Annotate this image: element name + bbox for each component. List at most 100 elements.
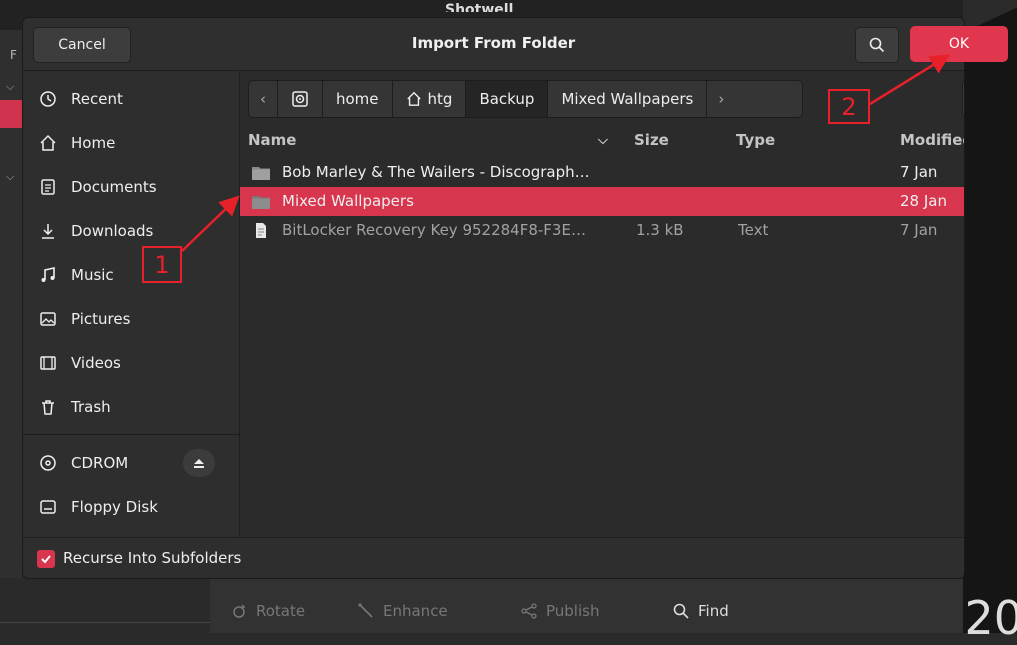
ok-button[interactable]: OK: [910, 26, 1008, 62]
file-name: Bob Marley & The Wailers - Discograph…: [282, 163, 590, 181]
disk-icon: [292, 91, 308, 107]
path-crumb-mixed-wallpapers[interactable]: Mixed Wallpapers: [548, 81, 708, 117]
publish-button[interactable]: Publish: [520, 602, 599, 620]
annotation-step-1: 1: [142, 246, 182, 283]
disc-icon: [40, 455, 56, 471]
folder-icon: [252, 196, 270, 209]
enhance-wand-icon: [358, 603, 373, 618]
search-button[interactable]: [855, 27, 899, 63]
recurse-label[interactable]: Recurse Into Subfolders: [63, 549, 241, 567]
picture-icon: [40, 312, 56, 326]
cancel-button[interactable]: Cancel: [33, 27, 131, 63]
path-crumb-backup[interactable]: Backup: [466, 81, 549, 117]
background-toolbar: Rotate Enhance Publish Find: [210, 578, 963, 633]
file-modified: 7 Jan: [900, 163, 938, 181]
find-label: Find: [698, 602, 729, 620]
path-scroll-right-button[interactable]: ›: [707, 81, 735, 117]
file-row-selected[interactable]: Mixed Wallpapers 28 Jan: [240, 187, 964, 216]
sidebar-item-trash[interactable]: Trash: [39, 389, 111, 425]
eject-button[interactable]: [183, 449, 215, 477]
sort-chevron-icon: ⌵: [598, 133, 608, 148]
sidebar-item-label: Floppy Disk: [71, 498, 158, 516]
path-crumb-label: htg: [427, 90, 453, 108]
search-icon: [673, 603, 689, 619]
background-sidebar: F ⌵ ⌵: [0, 30, 22, 633]
path-bar: ‹ home htg Backup Mixed Wallpapers ›: [248, 80, 803, 118]
dialog-title: Import From Folder: [411, 34, 576, 52]
chevron-down-icon: ⌵: [6, 170, 15, 183]
sidebar-item-label: Pictures: [71, 310, 131, 328]
sidebar-item-label: Music: [71, 266, 114, 284]
column-header-type[interactable]: Type: [736, 131, 775, 149]
sidebar-item-downloads[interactable]: Downloads: [39, 213, 153, 249]
new-folder-button[interactable]: [962, 80, 964, 118]
sidebar-item-label: Trash: [71, 398, 111, 416]
file-modified: 28 Jan: [900, 192, 947, 210]
sidebar-item-floppy-disk[interactable]: Floppy Disk: [39, 489, 158, 525]
column-header-name[interactable]: Name: [248, 131, 296, 149]
background-selected-item: [0, 100, 22, 128]
enhance-label: Enhance: [383, 602, 448, 620]
sidebar-item-label: Documents: [71, 178, 157, 196]
background-app-title: Shotwell: [445, 2, 514, 12]
search-icon: [869, 37, 885, 53]
sidebar-item-videos[interactable]: Videos: [39, 345, 121, 381]
background-photo-area: 20: [963, 30, 1017, 645]
enhance-button[interactable]: Enhance: [357, 602, 448, 620]
film-icon: [40, 356, 56, 370]
column-header-modified[interactable]: Modified: [900, 131, 964, 149]
column-header-size[interactable]: Size: [634, 131, 669, 149]
file-list-header: Name ⌵ Size Type Modified: [240, 126, 964, 156]
home-icon: [406, 91, 421, 106]
file-list: Name ⌵ Size Type Modified Bob Marley & T…: [240, 126, 964, 537]
file-type: Text: [738, 221, 769, 239]
sidebar-item-label: Videos: [71, 354, 121, 372]
sidebar-item-documents[interactable]: Documents: [39, 169, 157, 205]
folder-icon: [252, 167, 270, 180]
checkmark-icon: [41, 555, 51, 564]
sidebar-item-label: Recent: [71, 90, 123, 108]
sidebar-item-label: Downloads: [71, 222, 154, 240]
sidebar-item-label: CDROM: [71, 454, 129, 472]
background-sidebar-letter: F: [10, 48, 17, 62]
sidebar-item-home[interactable]: Home: [39, 125, 115, 161]
rotate-button[interactable]: Rotate: [230, 602, 305, 620]
document-icon: [41, 179, 55, 195]
file-row[interactable]: BitLocker Recovery Key 952284F8-F3E… 1.3…: [240, 216, 964, 245]
sidebar-item-music[interactable]: Music: [39, 257, 114, 293]
path-scroll-left-button[interactable]: ‹: [249, 81, 278, 117]
places-sidebar: Recent Home Documents Downloads Music Pi…: [23, 71, 240, 537]
file-modified: 7 Jan: [900, 221, 938, 239]
sidebar-item-cdrom[interactable]: CDROM: [39, 445, 128, 481]
music-icon: [41, 267, 55, 282]
file-name: Mixed Wallpapers: [282, 192, 414, 210]
sidebar-item-recent[interactable]: Recent: [39, 81, 123, 117]
background-photo-text: 20: [964, 591, 1017, 645]
rotate-label: Rotate: [256, 602, 306, 620]
rotate-icon: [233, 604, 246, 618]
file-size: 1.3 kB: [636, 221, 684, 239]
recurse-checkbox[interactable]: [37, 550, 55, 568]
download-icon: [42, 224, 54, 239]
trash-icon: [42, 400, 54, 415]
share-icon: [521, 603, 537, 619]
text-file-icon: [256, 223, 266, 238]
dialog-header: Cancel Import From Folder: [23, 18, 964, 71]
path-crumb-htg[interactable]: htg: [393, 81, 467, 117]
clock-icon: [40, 91, 56, 107]
find-button[interactable]: Find: [672, 602, 729, 620]
background-bottom-left: [0, 578, 210, 633]
path-crumb-home[interactable]: home: [323, 81, 393, 117]
eject-icon: [194, 459, 204, 468]
sidebar-item-pictures[interactable]: Pictures: [39, 301, 130, 337]
path-root-button[interactable]: [278, 81, 323, 117]
import-folder-dialog: Cancel Import From Folder Recent Home Do…: [22, 17, 965, 579]
chevron-down-icon: ⌵: [6, 80, 15, 93]
home-icon: [40, 134, 56, 151]
sidebar-separator: [23, 434, 239, 435]
publish-label: Publish: [546, 602, 600, 620]
file-row[interactable]: Bob Marley & The Wailers - Discograph… 7…: [240, 158, 964, 187]
dialog-footer: Recurse Into Subfolders: [23, 537, 964, 578]
drive-icon: [40, 500, 56, 514]
file-name: BitLocker Recovery Key 952284F8-F3E…: [282, 221, 586, 239]
